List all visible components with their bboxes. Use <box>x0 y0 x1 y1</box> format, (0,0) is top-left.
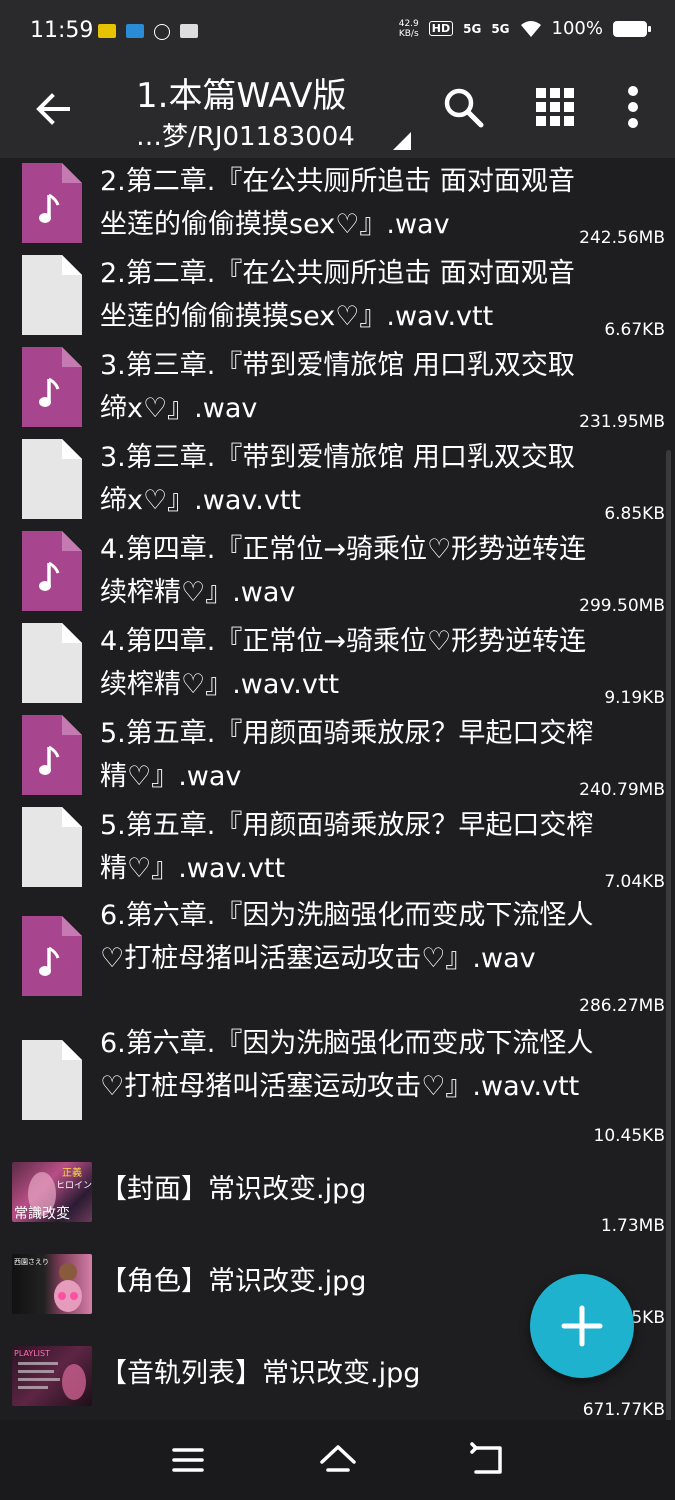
audio-file-icon <box>22 347 82 427</box>
telegram-icon <box>126 24 144 38</box>
audio-file-icon <box>22 715 82 795</box>
file-size: 242.56MB <box>579 228 665 248</box>
file-row[interactable]: 3.第三章.『带到爱情旅馆 用口乳双交取缔x♡』.wav.vtt 6.85KB <box>0 434 675 526</box>
more-vert-icon <box>628 86 638 128</box>
plus-icon <box>561 1305 603 1347</box>
file-name: 4.第四章.『正常位→骑乘位♡形势逆转连续榨精♡』.wav.vtt <box>100 626 587 700</box>
character-thumbnail-art: 西園さえり <box>14 1258 82 1312</box>
file-row[interactable]: 4.第四章.『正常位→骑乘位♡形势逆转连续榨精♡』.wav 299.50MB <box>0 526 675 618</box>
page-title: 1.本篇WAV版 <box>136 76 347 116</box>
add-button[interactable] <box>530 1274 634 1378</box>
file-size: 240.79MB <box>579 780 665 800</box>
thumb-label-a: PLAYLIST <box>14 1349 50 1358</box>
signal-1: 5G <box>463 21 482 36</box>
file-row[interactable]: 2.第二章.『在公共厕所追击 面对面观音坐莲的偷偷摸摸sex♡』.wav.vtt… <box>0 250 675 342</box>
tracklist-thumbnail-art: PLAYLIST <box>14 1349 86 1400</box>
notification-icons <box>98 24 198 40</box>
file-name: 2.第二章.『在公共厕所追击 面对面观音坐莲的偷偷摸摸sex♡』.wav <box>100 166 575 240</box>
text-file-icon <box>22 439 82 519</box>
file-row[interactable]: 4.第四章.『正常位→骑乘位♡形势逆转连续榨精♡』.wav.vtt 9.19KB <box>0 618 675 710</box>
image-thumbnail: PLAYLIST <box>12 1346 92 1406</box>
system-back-button[interactable] <box>468 1440 508 1480</box>
return-icon <box>470 1442 502 1474</box>
file-size: 9.19KB <box>604 688 665 708</box>
app-bar: 1.本篇WAV版 …梦/RJ01183004 <box>0 66 675 158</box>
search-icon <box>444 88 484 128</box>
file-name: 6.第六章.『因为洗脑强化而变成下流怪人♡打桩母猪叫活塞运动攻击♡』.wav <box>100 900 594 974</box>
status-bar: 11:59 42.9 KB/s HD 5G 5G 100% <box>0 0 675 66</box>
file-row[interactable]: 6.第六章.『因为洗脑强化而变成下流怪人♡打桩母猪叫活塞运动攻击♡』.wav 2… <box>0 894 675 1022</box>
battery-icon <box>613 20 651 37</box>
menu-icon <box>172 1448 204 1472</box>
hd-badge: HD <box>428 21 454 36</box>
file-name: 5.第五章.『用颜面骑乘放尿？早起口交榨精♡』.wav.vtt <box>100 810 594 884</box>
recents-button[interactable] <box>168 1440 208 1480</box>
signal-2: 5G <box>491 21 510 36</box>
audio-file-icon <box>22 163 82 243</box>
app-notification-icon <box>98 24 116 38</box>
text-file-icon <box>22 1040 82 1120</box>
net-speed: 42.9 KB/s <box>399 19 419 39</box>
file-size: 671.77KB <box>582 1400 665 1420</box>
net-speed-unit: KB/s <box>398 28 419 39</box>
net-speed-value: 42.9 <box>398 18 419 29</box>
image-thumbnail: 正義 ヒロイン 常識改変 <box>12 1162 92 1222</box>
file-size: 5KB <box>631 1308 665 1328</box>
search-button[interactable] <box>440 84 486 130</box>
file-name: 2.第二章.『在公共厕所追击 面对面观音坐莲的偷偷摸摸sex♡』.wav.vtt <box>100 258 575 332</box>
path-dropdown-icon[interactable] <box>393 132 411 150</box>
text-file-icon <box>22 623 82 703</box>
file-size: 1.73MB <box>600 1216 665 1236</box>
file-row[interactable]: 5.第五章.『用颜面骑乘放尿？早起口交榨精♡』.wav.vtt 7.04KB <box>0 802 675 894</box>
path-breadcrumb[interactable]: …梦/RJ01183004 <box>136 116 355 153</box>
file-size: 286.27MB <box>579 996 665 1016</box>
message-icon <box>180 24 198 38</box>
home-button[interactable] <box>318 1440 358 1480</box>
thumb-label-a: 正義 <box>62 1166 82 1179</box>
file-size: 7.04KB <box>604 872 665 892</box>
file-size: 6.85KB <box>604 504 665 524</box>
file-list: 2.第二章.『在公共厕所追击 面对面观音坐莲的偷偷摸摸sex♡』.wav 242… <box>0 158 675 1420</box>
thumb-label-a: 西園さえり <box>14 1258 49 1266</box>
audio-file-icon <box>22 531 82 611</box>
status-time: 11:59 <box>30 18 94 43</box>
file-name: 5.第五章.『用颜面骑乘放尿？早起口交榨精♡』.wav <box>100 718 594 792</box>
file-size: 10.45KB <box>593 1126 665 1146</box>
scrollbar[interactable] <box>666 450 671 1430</box>
system-notification-icon <box>154 24 170 40</box>
arrow-left-icon <box>36 93 70 125</box>
more-options-button[interactable] <box>610 84 656 130</box>
wifi-icon <box>520 20 541 37</box>
file-name: 【封面】常识改变.jpg <box>100 1174 367 1205</box>
thumb-label-b: ヒロイン <box>56 1180 92 1191</box>
file-name: 【音轨列表】常识改变.jpg <box>100 1358 421 1389</box>
file-name: 【角色】常识改变.jpg <box>100 1266 367 1297</box>
file-row[interactable]: 2.第二章.『在公共厕所追击 面对面观音坐莲的偷偷摸摸sex♡』.wav 242… <box>0 158 675 250</box>
file-row[interactable]: 6.第六章.『因为洗脑强化而变成下流怪人♡打桩母猪叫活塞运动攻击♡』.wav.v… <box>0 1022 675 1150</box>
battery-text: 100% <box>551 18 603 39</box>
home-icon <box>320 1445 356 1472</box>
file-name: 6.第六章.『因为洗脑强化而变成下流怪人♡打桩母猪叫活塞运动攻击♡』.wav.v… <box>100 1028 594 1102</box>
grid-view-icon <box>536 88 574 126</box>
status-indicators: 42.9 KB/s HD 5G 5G 100% <box>399 18 651 39</box>
file-row[interactable]: 3.第三章.『带到爱情旅馆 用口乳双交取缔x♡』.wav 231.95MB <box>0 342 675 434</box>
image-thumbnail: 西園さえり <box>12 1254 92 1314</box>
file-name: 3.第三章.『带到爱情旅馆 用口乳双交取缔x♡』.wav.vtt <box>100 442 575 516</box>
text-file-icon <box>22 255 82 335</box>
audio-file-icon <box>22 916 82 996</box>
text-file-icon <box>22 807 82 887</box>
grid-view-button[interactable] <box>532 84 578 130</box>
file-name: 4.第四章.『正常位→骑乘位♡形势逆转连续榨精♡』.wav <box>100 534 587 608</box>
file-name: 3.第三章.『带到爱情旅馆 用口乳双交取缔x♡』.wav <box>100 350 575 424</box>
file-row[interactable]: 正義 ヒロイン 常識改変 【封面】常识改变.jpg 1.73MB <box>0 1154 675 1246</box>
file-size: 299.50MB <box>579 596 665 616</box>
file-size: 231.95MB <box>579 412 665 432</box>
thumb-label-c: 常識改変 <box>14 1205 70 1222</box>
cover-thumbnail-art: 正義 ヒロイン 常識改変 <box>14 1166 92 1222</box>
file-row[interactable]: 5.第五章.『用颜面骑乘放尿？早起口交榨精♡』.wav 240.79MB <box>0 710 675 802</box>
file-size: 6.67KB <box>604 320 665 340</box>
system-nav-bar <box>0 1420 675 1500</box>
back-button[interactable] <box>30 86 76 132</box>
